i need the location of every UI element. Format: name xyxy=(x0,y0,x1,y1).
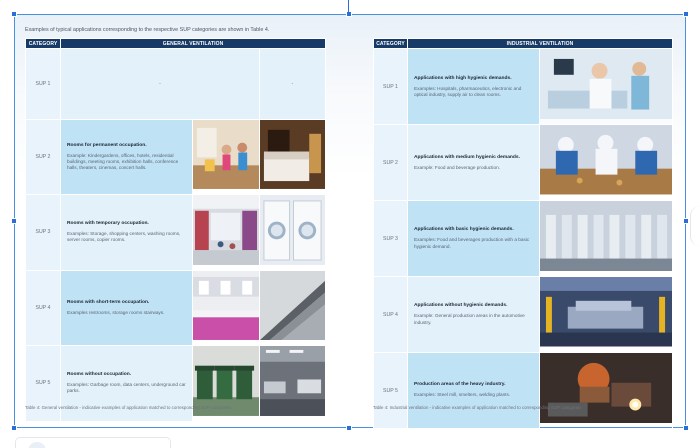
row-examples: Examples: Storage, shopping centers, was… xyxy=(67,231,181,243)
empty-description: - xyxy=(60,48,260,120)
row-description: Rooms with temporary occupation. Example… xyxy=(60,193,193,271)
row-description: Rooms with short-term occupation. Exampl… xyxy=(60,269,193,346)
photo-kindergarten xyxy=(192,119,260,195)
row-title: Applications without hygienic demands. xyxy=(414,303,508,309)
industrial-table-caption: Table 4: Industrial ventilation - indica… xyxy=(373,405,582,410)
category-header: CATEGORY xyxy=(25,38,61,49)
row-examples: Examples: Garbage room, data centers, un… xyxy=(67,382,186,394)
rotate-handle-stem xyxy=(348,0,349,12)
dash-placeholder: - xyxy=(291,81,294,87)
table-row: SUP 1 Applications with high hygienic de… xyxy=(373,47,673,126)
resize-handle-bottom-center[interactable] xyxy=(346,425,352,431)
row-description: Applications with high hygienic demands.… xyxy=(407,47,540,126)
industrial-ventilation-table: CATEGORY INDUSTRIAL VENTILATION SUP 1 Ap… xyxy=(373,38,673,430)
row-description: Rooms for permanent occupation. Example:… xyxy=(60,119,193,195)
photo-underground-car-park xyxy=(258,344,327,422)
intro-text: Examples of typical applications corresp… xyxy=(25,27,270,33)
table-row: SUP 2 Rooms for permanent occupation. Ex… xyxy=(25,119,327,195)
row-title: Production areas of the heavy industry. xyxy=(414,382,506,388)
empty-image-cell: - xyxy=(258,48,327,120)
category-code: SUP 3 xyxy=(25,193,61,271)
row-examples: Examples restrooms, storage rooms stairw… xyxy=(67,309,165,315)
category-code: SUP 4 xyxy=(25,269,61,346)
table-row: SUP 2 Applications with medium hygienic … xyxy=(373,124,673,201)
row-title: Rooms with temporary occupation. xyxy=(67,221,149,227)
row-description: Applications with basic hygienic demands… xyxy=(407,199,540,278)
row-title: Applications with medium hygienic demand… xyxy=(414,154,520,160)
photo-hospital xyxy=(539,47,673,126)
row-examples: Examples: Food and beverages production … xyxy=(414,237,530,249)
resize-handle-bottom-right[interactable] xyxy=(683,425,689,431)
row-title: Applications with high hygienic demands. xyxy=(414,75,512,81)
photo-restroom xyxy=(192,269,260,346)
row-description: Applications without hygienic demands. E… xyxy=(407,276,540,353)
row-description: Applications with medium hygienic demand… xyxy=(407,124,540,201)
table-row: SUP 4 Rooms with short-term occupation. … xyxy=(25,269,327,346)
row-description: Production areas of the heavy industry. … xyxy=(407,351,540,430)
resize-handle-bottom-left[interactable] xyxy=(11,425,17,431)
row-title: Rooms for permanent occupation. xyxy=(67,142,147,148)
category-code: SUP 1 xyxy=(25,48,61,120)
photo-shopping-center xyxy=(192,193,260,271)
category-code: SUP 3 xyxy=(373,199,408,278)
row-examples: Example: Food and beverage production. xyxy=(414,164,500,170)
table-row: SUP 4 Applications without hygienic dema… xyxy=(373,276,673,353)
general-ventilation-header: GENERAL VENTILATION xyxy=(59,38,327,49)
row-examples: Examples: Steel mill, smelters, welding … xyxy=(414,392,511,398)
photo-food-production xyxy=(539,124,673,201)
table-row: SUP 3 Applications with basic hygienic d… xyxy=(373,199,673,278)
category-code: SUP 1 xyxy=(373,47,408,126)
row-examples: Examples: Hospitals, pharmaceutics, elec… xyxy=(414,85,522,97)
table-row: SUP 1 - - xyxy=(25,48,327,120)
dash-placeholder: - xyxy=(159,81,161,87)
category-code: SUP 2 xyxy=(373,124,408,201)
resize-handle-top-center[interactable] xyxy=(346,11,352,17)
resize-handle-middle-left[interactable] xyxy=(11,218,17,224)
row-title: Rooms without occupation. xyxy=(67,372,132,378)
general-ventilation-table: CATEGORY GENERAL VENTILATION SUP 1 - - S… xyxy=(25,38,327,422)
resize-handle-top-right[interactable] xyxy=(683,11,689,17)
photo-washing-room xyxy=(258,193,327,271)
row-examples: Example: General production areas in the… xyxy=(414,313,525,325)
resize-handle-middle-right[interactable] xyxy=(683,218,689,224)
photo-hotel-room xyxy=(258,119,327,195)
row-examples: Example: Kindergardens, offices, hotels,… xyxy=(67,152,179,171)
resize-handle-top-left[interactable] xyxy=(11,11,17,17)
photo-automotive-production xyxy=(539,276,673,353)
general-table-caption: Table 4: General ventilation - indicativ… xyxy=(25,405,232,410)
category-code: SUP 4 xyxy=(373,276,408,353)
table-header-row: CATEGORY INDUSTRIAL VENTILATION xyxy=(373,38,673,49)
row-title: Applications with basic hygienic demands… xyxy=(414,227,514,233)
photo-stairway xyxy=(258,269,327,346)
page-edge xyxy=(690,206,700,246)
row-title: Rooms with short-term occupation. xyxy=(67,299,150,305)
photo-bottling-line xyxy=(539,199,673,278)
category-header: CATEGORY xyxy=(373,38,408,49)
category-code: SUP 5 xyxy=(373,351,408,430)
table-row: SUP 3 Rooms with temporary occupation. E… xyxy=(25,193,327,271)
photo-welding xyxy=(539,351,673,430)
table-row: SUP 5 Production areas of the heavy indu… xyxy=(373,351,673,430)
category-code: SUP 2 xyxy=(25,119,61,195)
industrial-ventilation-header: INDUSTRIAL VENTILATION xyxy=(407,38,673,49)
table-header-row: CATEGORY GENERAL VENTILATION xyxy=(25,38,327,49)
